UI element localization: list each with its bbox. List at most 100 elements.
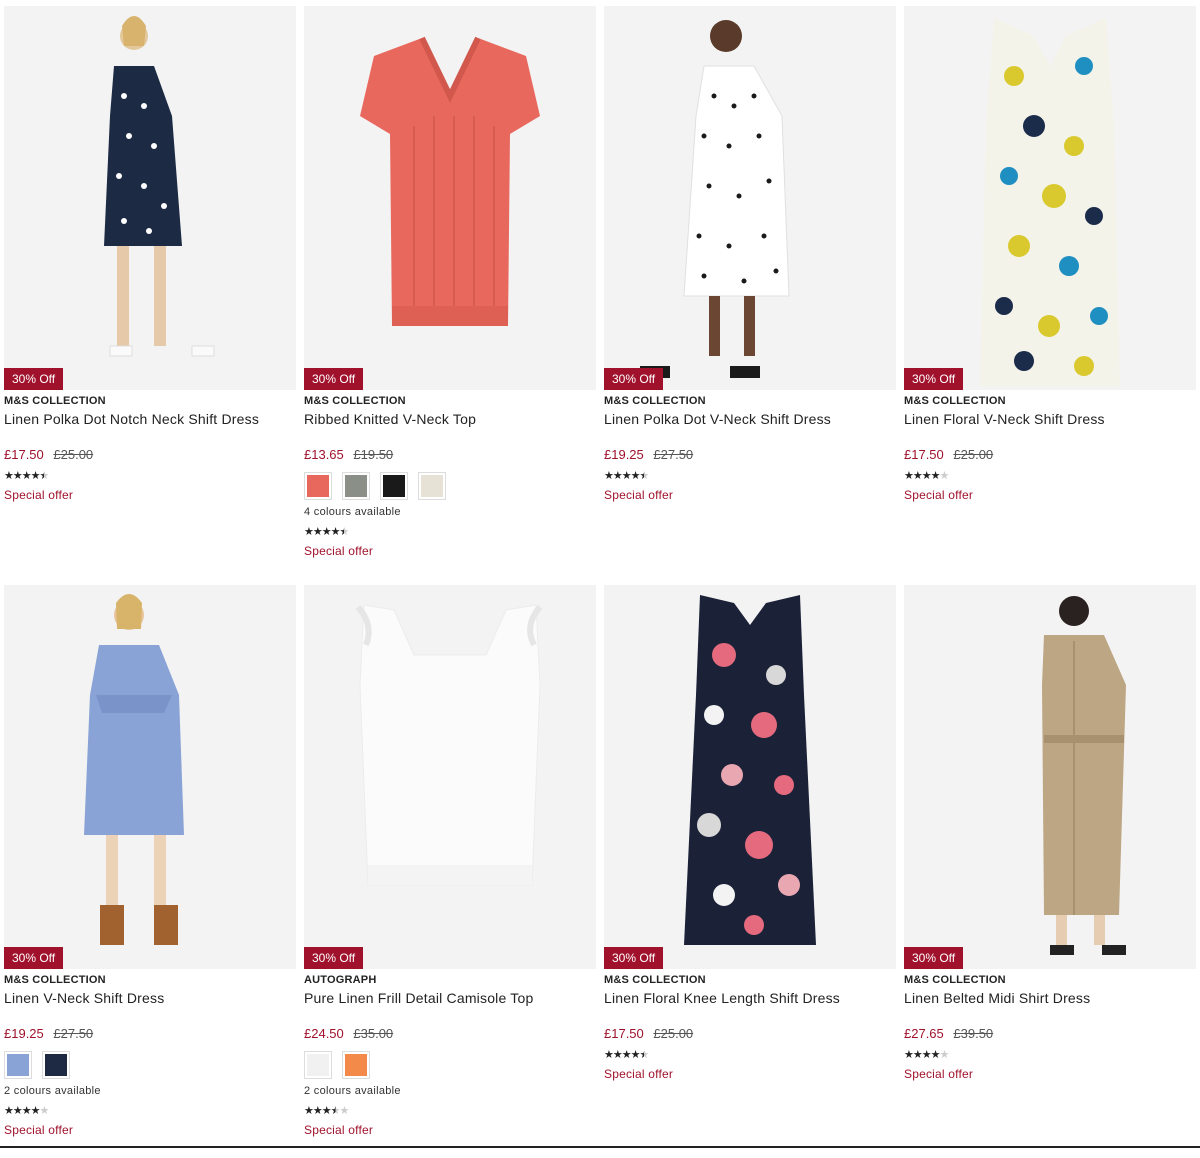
product-brand: M&S COLLECTION — [604, 974, 896, 986]
product-prices: £17.50 £25.00 — [4, 447, 296, 462]
discount-badge: 30% Off — [904, 947, 963, 969]
product-title[interactable]: Linen Polka Dot Notch Neck Shift Dress — [4, 411, 296, 427]
product-prices: £17.50 £25.00 — [604, 1026, 896, 1041]
star-icon: ★ — [13, 470, 22, 482]
colour-swatch[interactable] — [418, 472, 446, 500]
product-card[interactable]: 30% Off M&S COLLECTION Linen V-Neck Shif… — [4, 579, 296, 1158]
price-now: £19.25 — [4, 1026, 44, 1041]
product-card[interactable]: 30% Off M&S COLLECTION Linen Belted Midi… — [904, 579, 1196, 1158]
star-icon: ★ — [604, 470, 613, 482]
price-now: £13.65 — [304, 447, 344, 462]
star-icon: ★ — [604, 1049, 613, 1061]
star-icon: ★ — [322, 1105, 331, 1117]
colour-swatch[interactable] — [42, 1051, 70, 1079]
price-now: £19.25 — [604, 447, 644, 462]
star-icon: ★ — [931, 470, 940, 482]
colour-swatch[interactable] — [304, 1051, 332, 1079]
product-prices: £17.50 £25.00 — [904, 447, 1196, 462]
price-was: £39.50 — [953, 1026, 993, 1041]
product-prices: £24.50 £35.00 — [304, 1026, 596, 1041]
special-offer-link[interactable]: Special offer — [604, 488, 896, 502]
product-image[interactable]: 30% Off — [904, 585, 1196, 969]
star-icon: ★ — [613, 1049, 622, 1061]
product-card[interactable]: 30% Off M&S COLLECTION Linen Floral Knee… — [604, 579, 896, 1158]
star-icon: ★ — [640, 470, 649, 482]
star-icon: ★ — [13, 1105, 22, 1117]
product-title[interactable]: Linen Belted Midi Shirt Dress — [904, 990, 1196, 1006]
star-icon: ★ — [904, 1049, 913, 1061]
star-icon: ★ — [304, 1105, 313, 1117]
colour-swatch[interactable] — [342, 472, 370, 500]
colour-swatch[interactable] — [342, 1051, 370, 1079]
rating-stars: ★★★★★ — [904, 469, 1196, 482]
special-offer-link[interactable]: Special offer — [904, 1067, 1196, 1081]
product-image[interactable]: 30% Off — [304, 6, 596, 390]
product-image[interactable]: 30% Off — [904, 6, 1196, 390]
star-icon: ★ — [931, 1049, 940, 1061]
star-icon: ★ — [40, 1105, 49, 1117]
price-was: £25.00 — [53, 447, 93, 462]
price-was: £25.00 — [653, 1026, 693, 1041]
colour-swatch[interactable] — [380, 472, 408, 500]
special-offer-link[interactable]: Special offer — [304, 544, 596, 558]
special-offer-link[interactable]: Special offer — [304, 1123, 596, 1137]
product-image[interactable]: 30% Off — [604, 6, 896, 390]
product-brand: M&S COLLECTION — [4, 974, 296, 986]
star-icon: ★ — [31, 470, 40, 482]
product-prices: £19.25 £27.50 — [4, 1026, 296, 1041]
star-icon: ★ — [922, 1049, 931, 1061]
special-offer-link[interactable]: Special offer — [4, 1123, 296, 1137]
product-photo-white-camisole — [304, 585, 596, 969]
star-icon: ★ — [22, 470, 31, 482]
special-offer-link[interactable]: Special offer — [904, 488, 1196, 502]
star-icon: ★ — [304, 526, 313, 538]
product-card[interactable]: 30% Off M&S COLLECTION Linen Floral V-Ne… — [904, 0, 1196, 579]
colours-available-text: 4 colours available — [304, 506, 596, 518]
product-image[interactable]: 30% Off — [604, 585, 896, 969]
product-brand: M&S COLLECTION — [904, 395, 1196, 407]
product-image[interactable]: 30% Off — [4, 6, 296, 390]
product-card[interactable]: 30% Off AUTOGRAPH Pure Linen Frill Detai… — [304, 579, 596, 1158]
colour-swatch[interactable] — [304, 472, 332, 500]
price-was: £35.00 — [353, 1026, 393, 1041]
colour-swatch[interactable] — [4, 1051, 32, 1079]
product-image[interactable]: 30% Off — [4, 585, 296, 969]
product-card[interactable]: 30% Off M&S COLLECTION Ribbed Knitted V-… — [304, 0, 596, 579]
star-icon: ★ — [22, 1105, 31, 1117]
product-title[interactable]: Linen Floral V-Neck Shift Dress — [904, 411, 1196, 427]
product-card[interactable]: 30% Off M&S COLLECTION Linen Polka Dot N… — [4, 0, 296, 579]
star-icon: ★ — [322, 526, 331, 538]
product-photo-white-polka-dress — [604, 6, 896, 390]
product-photo-blue-linen-dress — [4, 585, 296, 969]
colour-swatches — [304, 472, 596, 500]
product-title[interactable]: Linen Floral Knee Length Shift Dress — [604, 990, 896, 1006]
rating-stars: ★★★★★ — [904, 1048, 1196, 1061]
price-now: £17.50 — [904, 447, 944, 462]
product-card[interactable]: 30% Off M&S COLLECTION Linen Polka Dot V… — [604, 0, 896, 579]
product-title[interactable]: Linen Polka Dot V-Neck Shift Dress — [604, 411, 896, 427]
price-was: £25.00 — [953, 447, 993, 462]
price-was: £19.50 — [353, 447, 393, 462]
star-icon: ★ — [631, 470, 640, 482]
product-title[interactable]: Pure Linen Frill Detail Camisole Top — [304, 990, 596, 1006]
price-now: £17.50 — [4, 447, 44, 462]
product-brand: M&S COLLECTION — [4, 395, 296, 407]
product-image[interactable]: 30% Off — [304, 585, 596, 969]
star-icon: ★ — [631, 1049, 640, 1061]
discount-badge: 30% Off — [604, 947, 663, 969]
star-icon: ★ — [313, 526, 322, 538]
discount-badge: 30% Off — [4, 368, 63, 390]
star-icon: ★ — [640, 1049, 649, 1061]
product-photo-coral-knit-top — [304, 6, 596, 390]
product-photo-navy-floral-dress — [604, 585, 896, 969]
star-icon: ★ — [622, 1049, 631, 1061]
product-prices: £13.65 £19.50 — [304, 447, 596, 462]
product-brand: M&S COLLECTION — [304, 395, 596, 407]
product-title[interactable]: Ribbed Knitted V-Neck Top — [304, 411, 596, 427]
discount-badge: 30% Off — [304, 368, 363, 390]
star-icon: ★ — [922, 470, 931, 482]
colours-available-text: 2 colours available — [304, 1085, 596, 1097]
special-offer-link[interactable]: Special offer — [4, 488, 296, 502]
special-offer-link[interactable]: Special offer — [604, 1067, 896, 1081]
product-title[interactable]: Linen V-Neck Shift Dress — [4, 990, 296, 1006]
